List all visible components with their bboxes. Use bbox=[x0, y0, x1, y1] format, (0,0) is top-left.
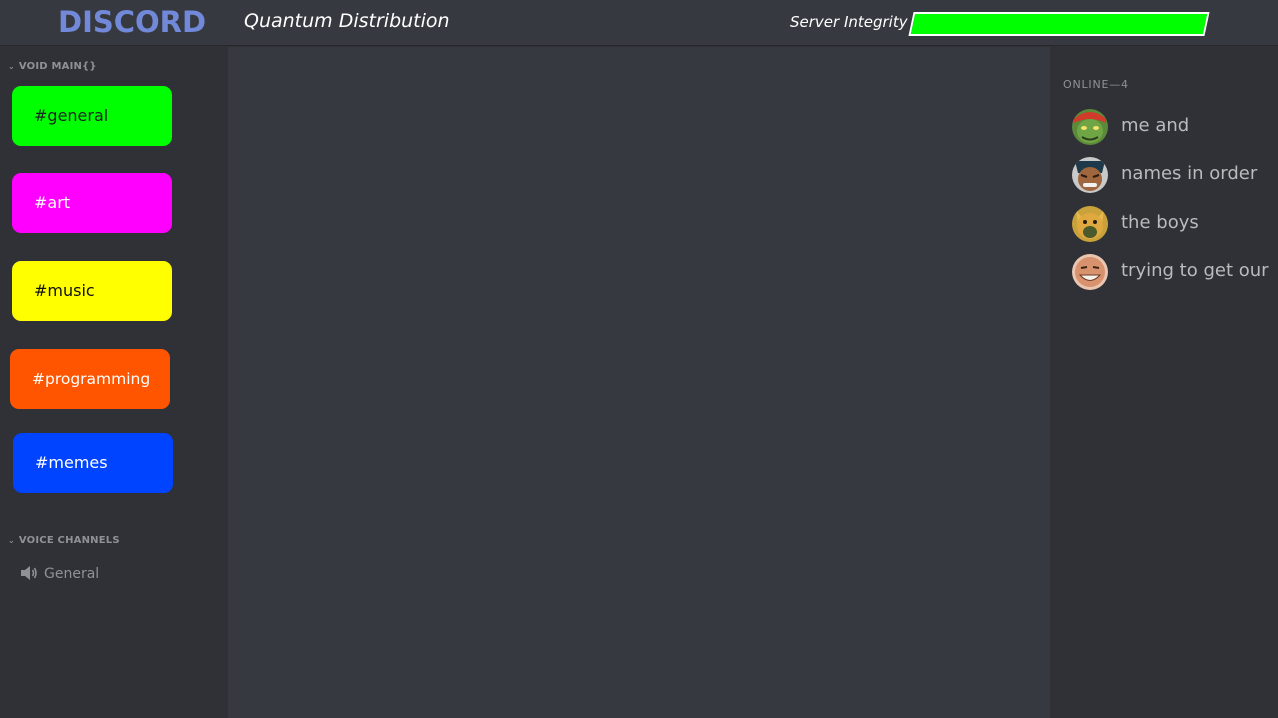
server-title: Quantum Distribution bbox=[244, 10, 450, 32]
integrity-bar-fill bbox=[910, 14, 1208, 34]
member-name: trying to get our bbox=[1121, 260, 1269, 281]
category-void-main[interactable]: ⌄ VOID MAIN{} bbox=[8, 61, 97, 72]
channel-sidebar: ⌄ VOID MAIN{} #general #art #music #progr… bbox=[0, 47, 228, 718]
integrity-bar bbox=[908, 12, 1210, 36]
channel-programming[interactable]: #programming bbox=[10, 349, 170, 409]
speaker-icon bbox=[21, 566, 37, 580]
category-label: VOID MAIN{} bbox=[18, 61, 97, 72]
avatar[interactable] bbox=[1072, 157, 1108, 193]
member-list: ONLINE—4 me and names in order the boys … bbox=[1050, 47, 1278, 718]
member-name: the boys bbox=[1121, 212, 1199, 233]
chevron-down-icon: ⌄ bbox=[8, 536, 15, 545]
online-count-header: ONLINE—4 bbox=[1063, 78, 1129, 91]
channel-memes[interactable]: #memes bbox=[13, 433, 173, 493]
discord-logo[interactable]: DISCORD bbox=[58, 5, 206, 39]
category-voice-channels[interactable]: ⌄ VOICE CHANNELS bbox=[8, 535, 120, 546]
channel-general[interactable]: #general bbox=[12, 86, 172, 146]
channel-music[interactable]: #music bbox=[12, 261, 172, 321]
avatar[interactable] bbox=[1072, 206, 1108, 242]
category-label: VOICE CHANNELS bbox=[18, 535, 120, 546]
chat-area[interactable] bbox=[228, 47, 1050, 718]
member-item[interactable]: names in order bbox=[1072, 157, 1278, 195]
top-bar: DISCORD Quantum Distribution Server Inte… bbox=[0, 0, 1278, 46]
integrity-label: Server Integrity bbox=[790, 13, 908, 31]
avatar[interactable] bbox=[1072, 254, 1108, 290]
avatar[interactable] bbox=[1072, 109, 1108, 145]
voice-channel-general[interactable]: General bbox=[20, 563, 99, 585]
member-item[interactable]: the boys bbox=[1072, 206, 1278, 244]
member-name: me and bbox=[1121, 115, 1190, 136]
member-item[interactable]: me and bbox=[1072, 109, 1278, 147]
voice-channel-label: General bbox=[44, 566, 100, 582]
member-name: names in order bbox=[1121, 163, 1258, 184]
chevron-down-icon: ⌄ bbox=[8, 62, 15, 71]
channel-art[interactable]: #art bbox=[12, 173, 172, 233]
member-item[interactable]: trying to get our bbox=[1072, 254, 1278, 292]
